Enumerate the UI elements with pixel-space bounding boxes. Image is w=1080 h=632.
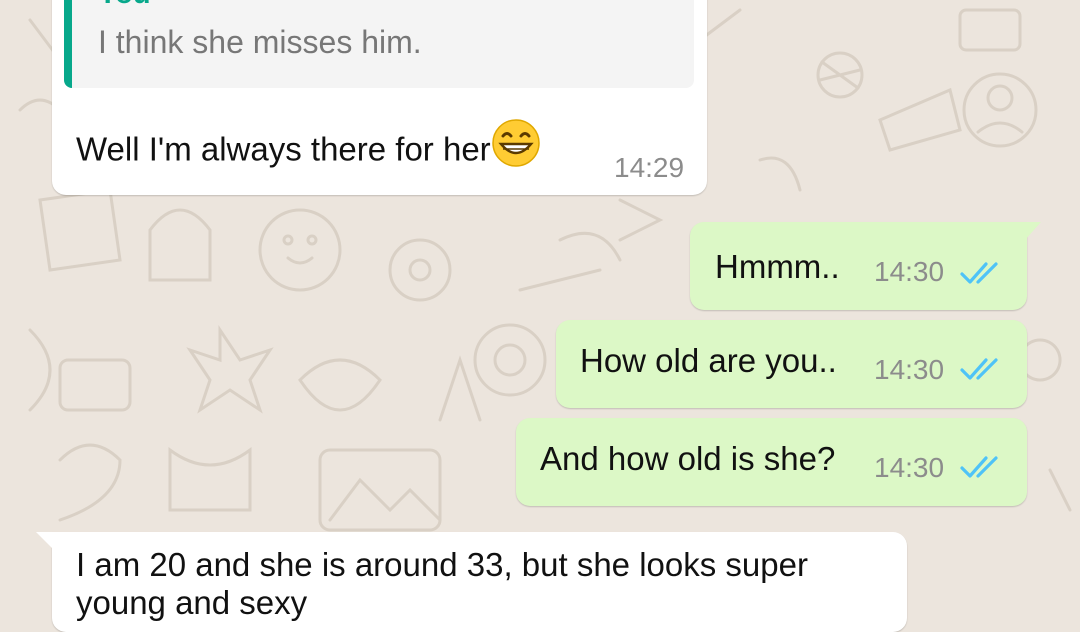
message-timestamp: 14:29: [614, 152, 685, 183]
message-text: And how old is she?: [540, 440, 836, 477]
incoming-message[interactable]: I am 20 and she is around 33, but she lo…: [36, 532, 907, 632]
quote-accent-bar: [64, 0, 72, 88]
message-text-row: Well I'm always there for her: [76, 119, 541, 176]
read-receipt-double-check-icon: [960, 358, 998, 380]
outgoing-message[interactable]: How old are you.. 14:30: [556, 320, 1027, 408]
message-timestamp: 14:30: [874, 452, 945, 483]
bubble-tail: [1025, 222, 1041, 240]
incoming-message[interactable]: You I think she misses him. Well I'm alw…: [52, 0, 707, 195]
message-text: How old are you..: [580, 342, 837, 379]
read-receipt-double-check-icon: [960, 262, 998, 284]
grinning-face-emoji-icon: [491, 118, 541, 176]
quoted-text: I think she misses him.: [98, 24, 422, 60]
read-receipt-double-check-icon: [960, 456, 998, 478]
message-text: Hmmm..: [715, 248, 840, 285]
message-text: I am 20 and she is around 33, but she lo…: [76, 546, 808, 583]
quoted-author: You: [98, 0, 151, 11]
message-timestamp: 14:30: [874, 354, 945, 385]
outgoing-message[interactable]: Hmmm.. 14:30: [690, 222, 1041, 310]
outgoing-message[interactable]: And how old is she? 14:30: [516, 418, 1027, 506]
message-text: Well I'm always there for her: [76, 130, 491, 168]
quoted-message[interactable]: You I think she misses him.: [64, 0, 694, 88]
bubble-tail: [36, 532, 54, 550]
message-timestamp: 14:30: [874, 256, 945, 287]
message-text-line-2: young and sexy: [76, 584, 308, 621]
